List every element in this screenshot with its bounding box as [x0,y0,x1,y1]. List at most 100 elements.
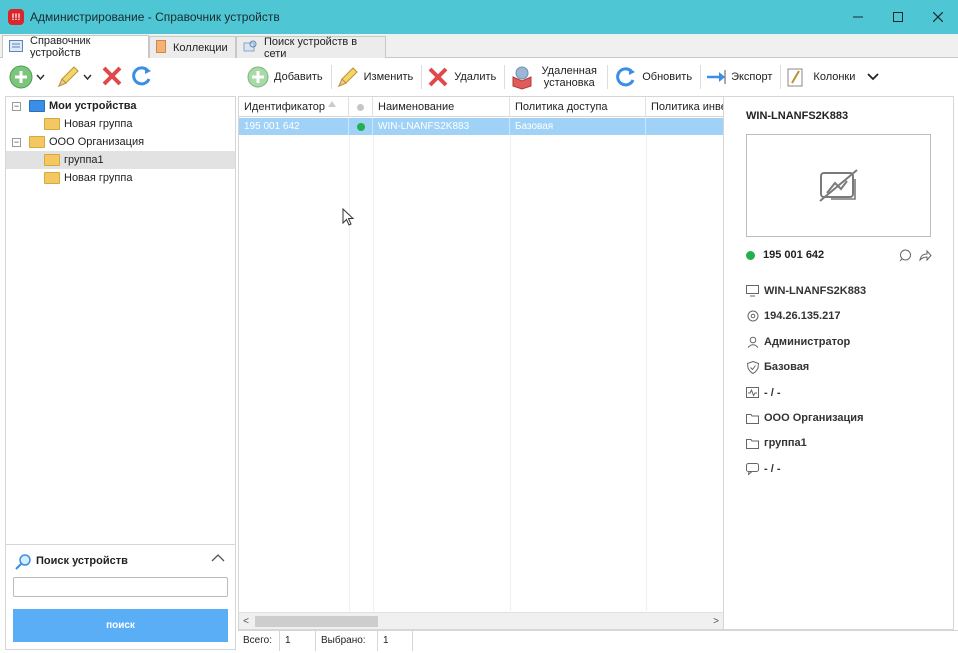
add-group-button[interactable] [8,64,47,90]
column-header-inventory-policy[interactable]: Политика инвен [646,97,723,117]
search-icon [15,554,31,570]
delete-icon [102,66,122,85]
tab-device-directory[interactable]: Справочник устройств [2,35,149,59]
column-label: Идентификатор [244,101,325,113]
column-header-status[interactable] [349,97,373,117]
export-button[interactable]: Экспорт [703,62,778,92]
tree-item-my-devices[interactable]: − Мои устройства [6,97,235,115]
tab-label: Поиск устройств в сети [264,35,358,60]
table-row[interactable]: 195 001 642 WIN-LNANFS2K883 Базовая [239,118,723,135]
refresh-tree-button[interactable] [128,63,154,92]
export-label: Экспорт [731,71,773,83]
device-detail-panel: WIN-LNANFS2K883 195 001 642 WIN-LNANFS2K… [724,96,954,630]
ip-value: 194.26.135.217 [764,310,841,322]
share-icon[interactable] [918,249,932,262]
status-column-icon [357,103,364,111]
pencil-icon [337,67,358,87]
column-label: Политика доступа [515,101,608,113]
tree-item-group1[interactable]: группа1 [6,151,235,169]
tree-item-organization[interactable]: − ООО Организация [6,133,235,151]
network-search-icon [243,40,257,56]
toolbar-more-button[interactable] [865,62,885,92]
chevron-down-icon [83,72,92,83]
folder-icon [29,100,45,112]
detail-comment: - / - [746,461,781,477]
cell-access-policy: Базовая [510,118,646,135]
add-icon [9,65,33,89]
tree-item-label: Новая группа [64,118,133,130]
cell-id: 195 001 642 [239,118,349,135]
device-id: 195 001 642 [763,249,825,261]
scrollbar-thumb[interactable] [255,616,378,627]
edit-group-button[interactable] [55,64,94,90]
scroll-right-icon[interactable]: > [709,613,723,629]
collapse-icon[interactable]: − [12,137,21,147]
column-header-access-policy[interactable]: Политика доступа [510,97,646,117]
device-search-panel: Поиск устройств поиск [5,544,236,650]
maximize-icon[interactable] [878,0,918,34]
tree-item-label: Мои устройства [49,100,137,112]
add-icon [247,66,269,88]
column-label: Наименование [378,101,455,113]
user-value: Администратор [764,336,851,348]
monitor-icon [746,285,759,298]
status-bar: Всего: 1 Выбрано: 1 [238,630,958,651]
collapse-icon[interactable]: − [12,101,21,111]
column-header-name[interactable]: Наименование [373,97,510,117]
chevron-up-icon[interactable] [211,553,225,565]
inventory-value: - / - [764,387,781,399]
tree-item-new-group[interactable]: Новая группа [6,115,235,133]
online-status-icon [746,250,755,260]
chat-icon[interactable] [899,249,912,262]
device-list-icon [9,39,23,55]
minimize-icon[interactable] [838,0,878,34]
detail-user: Администратор [746,334,850,350]
window-title: Администрирование - Справочник устройств [30,10,280,24]
remote-install-button[interactable]: Удаленная установка [507,62,605,92]
delete-device-button[interactable]: Удалить [424,62,502,92]
horizontal-scrollbar[interactable]: < > [239,612,723,629]
columns-button[interactable]: Колонки [783,62,861,92]
activity-icon [746,387,759,400]
folder-outline-icon [746,437,759,450]
tab-label: Справочник устройств [30,35,91,59]
close-icon[interactable] [918,0,958,34]
app-icon: !!! [8,9,24,25]
device-title: WIN-LNANFS2K883 [746,110,849,122]
cell-status [349,118,373,135]
edit-label: Изменить [363,71,414,83]
detail-ip: 194.26.135.217 [746,308,840,324]
scroll-left-icon[interactable]: < [239,613,253,629]
main-toolbar: Добавить Изменить Удалить Удаленная уста… [238,58,958,96]
edit-device-button[interactable]: Изменить [334,62,420,92]
tab-network-search[interactable]: Поиск устройств в сети [236,35,386,60]
cursor-icon [342,208,355,226]
title-bar: !!! Администрирование - Справочник устро… [0,0,958,34]
remote-install-label: Удаленная установка [541,65,597,89]
folder-icon [44,118,60,130]
search-button[interactable]: поиск [13,609,228,642]
delete-group-button[interactable] [100,64,124,91]
detail-policy: Базовая [746,359,809,375]
selected-count: 1 [377,630,413,651]
user-icon [746,336,759,349]
add-device-button[interactable]: Добавить [244,62,329,92]
tree-item-new-group-2[interactable]: Новая группа [6,169,235,187]
tab-collections[interactable]: Коллекции [149,36,236,58]
refresh-icon [132,65,151,85]
detail-hostname: WIN-LNANFS2K883 [746,283,866,299]
policy-value: Базовая [764,361,810,373]
cell-name: WIN-LNANFS2K883 [373,118,510,135]
delete-icon [428,67,448,87]
online-status-icon [356,122,365,131]
total-count: 1 [280,630,316,651]
hostname-value: WIN-LNANFS2K883 [764,285,867,297]
tree-toolbar [0,58,236,96]
collection-icon [156,39,166,56]
search-input[interactable] [13,577,228,597]
columns-label: Колонки [813,71,856,83]
columns-pencil-icon [787,68,803,87]
column-header-id[interactable]: Идентификатор [239,97,349,117]
refresh-button[interactable]: Обновить [610,62,698,92]
total-label: Всего: [238,630,280,651]
